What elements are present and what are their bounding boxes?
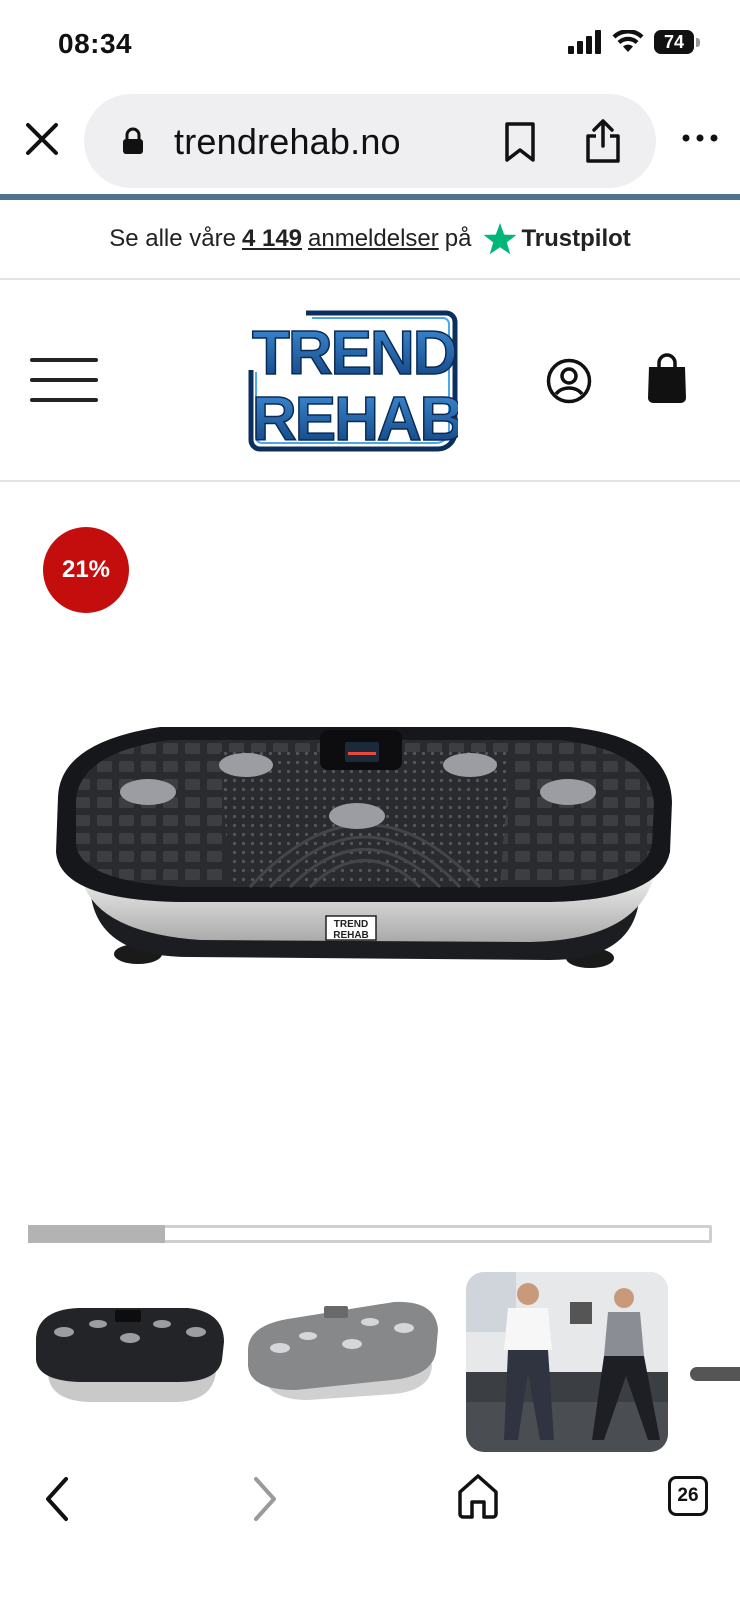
trendrehab-logo[interactable]: TREND REHAB — [248, 310, 458, 452]
thumbnail-plate-front — [36, 1308, 224, 1402]
discount-badge: 21% — [43, 527, 129, 613]
tabs-button[interactable]: 26 — [668, 1476, 708, 1516]
trust-suffix: på — [444, 225, 472, 252]
battery-level: 74 — [654, 30, 694, 54]
status-icons: 74 — [568, 30, 700, 54]
reviews-link[interactable]: anmeldelser — [308, 225, 439, 253]
svg-text:REHAB: REHAB — [333, 930, 369, 941]
menu-icon[interactable] — [30, 358, 98, 404]
svg-text:TREND: TREND — [334, 919, 368, 930]
gallery-scrollbar-thumb[interactable] — [28, 1225, 165, 1243]
share-icon[interactable] — [584, 118, 622, 164]
svg-text:REHAB: REHAB — [252, 385, 458, 452]
address-bar[interactable]: trendrehab.no — [84, 94, 656, 188]
back-arrow-icon[interactable] — [40, 1474, 74, 1524]
url-text: trendrehab.no — [174, 121, 401, 162]
account-icon[interactable] — [546, 358, 592, 404]
site-header: TREND REHAB — [0, 280, 740, 482]
thumbnail-plate-angled — [248, 1301, 438, 1400]
thumbnail-2[interactable] — [244, 1272, 444, 1452]
bookmark-icon[interactable] — [502, 121, 538, 163]
trustpilot-brand: Trustpilot — [521, 225, 631, 252]
review-count[interactable]: 4 149 — [242, 225, 302, 253]
browser-bottom-toolbar: 26 — [0, 1452, 740, 1600]
thumbnail-next-indicator[interactable] — [690, 1367, 740, 1381]
signal-icon — [568, 30, 601, 54]
thumbnail-1[interactable] — [28, 1272, 228, 1452]
battery-icon: 74 — [654, 30, 700, 54]
gallery-scrollbar[interactable] — [28, 1225, 712, 1243]
status-bar: 08:34 74 — [0, 0, 740, 90]
home-icon[interactable] — [456, 1472, 500, 1520]
status-time: 08:34 — [58, 28, 133, 59]
thumbnail-strip — [0, 1272, 740, 1452]
close-icon[interactable] — [22, 119, 62, 159]
vibration-plate-image[interactable]: TREND REHAB — [50, 722, 680, 972]
trustpilot-star-icon — [483, 223, 517, 255]
trustpilot-banner[interactable]: Se alle våre 4 149 anmeldelser på Trustp… — [0, 200, 740, 280]
lock-icon — [123, 127, 143, 154]
svg-text:TREND: TREND — [252, 319, 456, 388]
wifi-icon — [612, 30, 644, 52]
more-options-icon[interactable] — [680, 130, 720, 146]
forward-arrow-icon[interactable] — [248, 1474, 282, 1524]
thumbnail-people-photo — [466, 1272, 668, 1452]
shopping-bag-icon[interactable] — [646, 352, 688, 404]
product-image-gallery[interactable]: 21% TREND REHAB — [0, 482, 740, 1220]
thumbnail-3[interactable] — [466, 1272, 668, 1452]
trust-prefix: Se alle våre — [109, 225, 236, 252]
browser-toolbar: trendrehab.no — [0, 92, 740, 190]
